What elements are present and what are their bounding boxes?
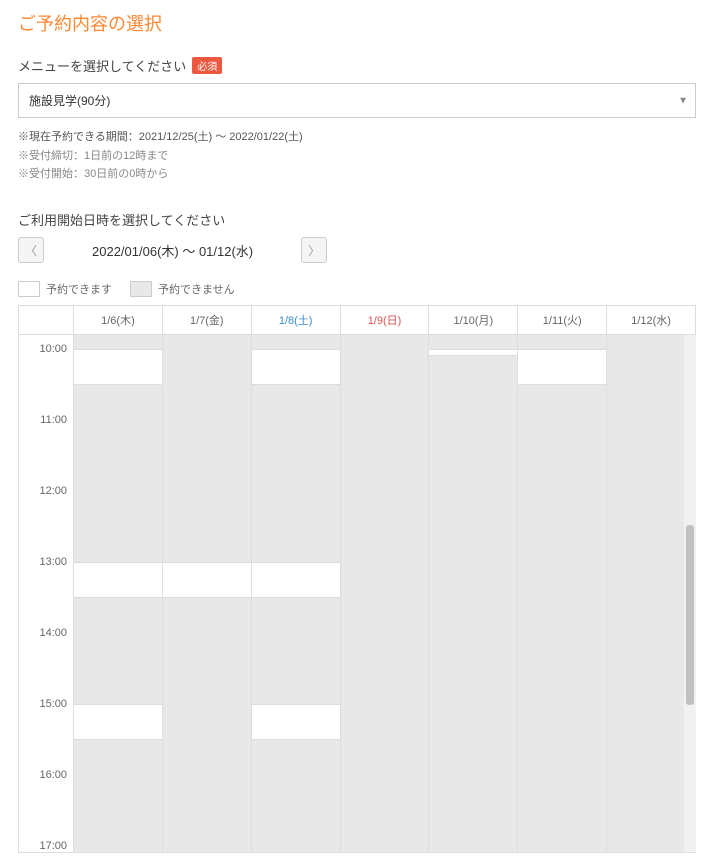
day-column [428, 335, 517, 852]
time-tick: 16:00 [39, 769, 67, 781]
available-slot[interactable] [252, 704, 340, 740]
required-badge: 必須 [192, 57, 222, 74]
menu-select-value: 施設見学(90分) [29, 94, 110, 108]
page-title: ご予約内容の選択 [18, 10, 696, 36]
day-column [606, 335, 695, 852]
calendar: 1/6(木)1/7(金)1/8(土)1/9(日)1/10(月)1/11(火)1/… [18, 305, 696, 853]
available-slot[interactable] [429, 349, 517, 356]
chevron-right-icon: 〉 [308, 242, 320, 259]
available-slot[interactable] [163, 562, 251, 598]
note-open: ※受付開始：30日前の0時から [18, 165, 696, 184]
day-header: 1/11(火) [517, 306, 606, 334]
time-tick: 11:00 [40, 414, 67, 426]
menu-section-label: メニューを選択してください 必須 [18, 56, 696, 75]
day-column [517, 335, 606, 852]
day-column [340, 335, 429, 852]
day-header: 1/10(月) [428, 306, 517, 334]
note-deadline: ※受付締切：1日前の12時まで [18, 147, 696, 166]
legend-available-label: 予約できます [46, 281, 112, 297]
menu-select[interactable]: 施設見学(90分) [18, 83, 696, 118]
date-nav: 〈 2022/01/06(木) 〜 01/12(水) 〉 [18, 237, 696, 263]
scrollbar[interactable] [684, 335, 696, 852]
available-slot[interactable] [252, 349, 340, 385]
legend-unavailable: 予約できません [130, 281, 235, 297]
chevron-left-icon: 〈 [25, 242, 37, 259]
time-tick: 10:00 [39, 343, 67, 355]
time-tick: 13:00 [39, 556, 67, 568]
notes: ※現在予約できる期間：2021/12/25(土) 〜 2022/01/22(土)… [18, 128, 696, 184]
day-header: 1/6(木) [73, 306, 162, 334]
scrollbar-thumb[interactable] [686, 525, 694, 705]
legend: 予約できます 予約できません [18, 281, 696, 297]
calendar-body: 10:00 11:00 12:00 13:00 14:00 15:00 16:00 17:00 [19, 335, 695, 852]
calendar-header: 1/6(木)1/7(金)1/8(土)1/9(日)1/10(月)1/11(火)1/… [19, 306, 695, 335]
time-tick: 14:00 [39, 627, 67, 639]
time-tick: 17:00 [39, 840, 67, 852]
available-slot[interactable] [74, 562, 162, 598]
date-range: 2022/01/06(木) 〜 01/12(水) [92, 241, 253, 260]
day-header: 1/7(金) [162, 306, 251, 334]
day-header: 1/8(土) [251, 306, 340, 334]
time-tick: 15:00 [39, 698, 67, 710]
day-column [251, 335, 340, 852]
day-column [162, 335, 251, 852]
swatch-unavailable-icon [130, 281, 152, 297]
legend-unavailable-label: 予約できません [158, 281, 235, 297]
time-tick: 12:00 [39, 485, 67, 497]
swatch-available-icon [18, 281, 40, 297]
prev-week-button[interactable]: 〈 [18, 237, 44, 263]
note-period: ※現在予約できる期間：2021/12/25(土) 〜 2022/01/22(土) [18, 128, 696, 147]
available-slot[interactable] [252, 562, 340, 598]
menu-label-text: メニューを選択してください [18, 56, 186, 75]
available-slot[interactable] [74, 349, 162, 385]
time-axis: 10:00 11:00 12:00 13:00 14:00 15:00 16:00 17:00 [19, 335, 73, 852]
day-header: 1/12(水) [606, 306, 695, 334]
calendar-days [73, 335, 695, 852]
legend-available: 予約できます [18, 281, 112, 297]
next-week-button[interactable]: 〉 [301, 237, 327, 263]
date-section-label: ご利用開始日時を選択してください [18, 210, 696, 229]
available-slot[interactable] [74, 704, 162, 740]
day-column [73, 335, 162, 852]
day-header: 1/9(日) [340, 306, 429, 334]
available-slot[interactable] [518, 349, 606, 385]
